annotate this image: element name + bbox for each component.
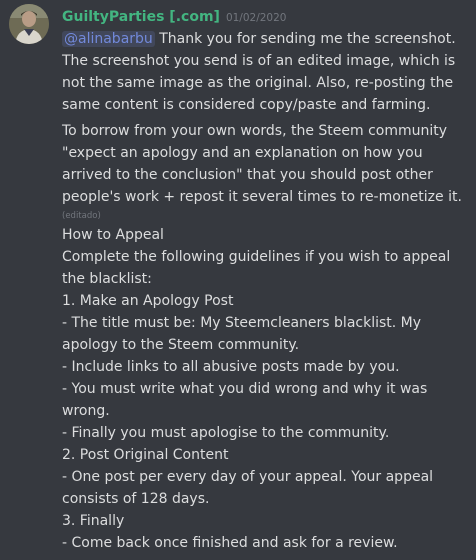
message-paragraph-2: To borrow from your own words, the Steem…: [62, 123, 462, 205]
message-body: @alinabarbu Thank you for sending me the…: [62, 28, 472, 554]
appeal-step-1-title: 1. Make an Apology Post: [62, 293, 234, 309]
message-header: GuiltyParties [.com] 01/02/2020: [62, 6, 286, 28]
appeal-heading: How to Appeal: [62, 227, 164, 243]
appeal-step-1-item-1: - The title must be: My Steemcleaners bl…: [62, 315, 422, 353]
appeal-step-3-title: 3. Finally: [62, 513, 125, 529]
edited-label: (editado): [62, 211, 101, 221]
appeal-step-2-item-1: - One post per every day of your appeal.…: [62, 469, 434, 507]
message-paragraph-1: @alinabarbu Thank you for sending me the…: [62, 28, 472, 116]
message-timestamp: 01/02/2020: [225, 12, 287, 24]
appeal-step-1-item-3: - You must write what you did wrong and …: [62, 381, 428, 419]
appeal-step-1-item-2: - Include links to all abusive posts mad…: [62, 359, 400, 375]
appeal-instructions: How to Appeal Complete the following gui…: [62, 224, 472, 554]
appeal-step-1-item-4: - Finally you must apologise to the comm…: [62, 425, 390, 441]
username[interactable]: GuiltyParties [.com]: [62, 9, 220, 25]
appeal-step-2-title: 2. Post Original Content: [62, 447, 229, 463]
appeal-step-3-item-1: - Come back once finished and ask for a …: [62, 535, 398, 551]
appeal-intro: Complete the following guidelines if you…: [62, 249, 451, 287]
chat-message: GuiltyParties [.com] 01/02/2020 @alinabar…: [0, 0, 476, 560]
profile-photo-icon[interactable]: [9, 4, 49, 44]
user-mention[interactable]: @alinabarbu: [62, 31, 155, 47]
